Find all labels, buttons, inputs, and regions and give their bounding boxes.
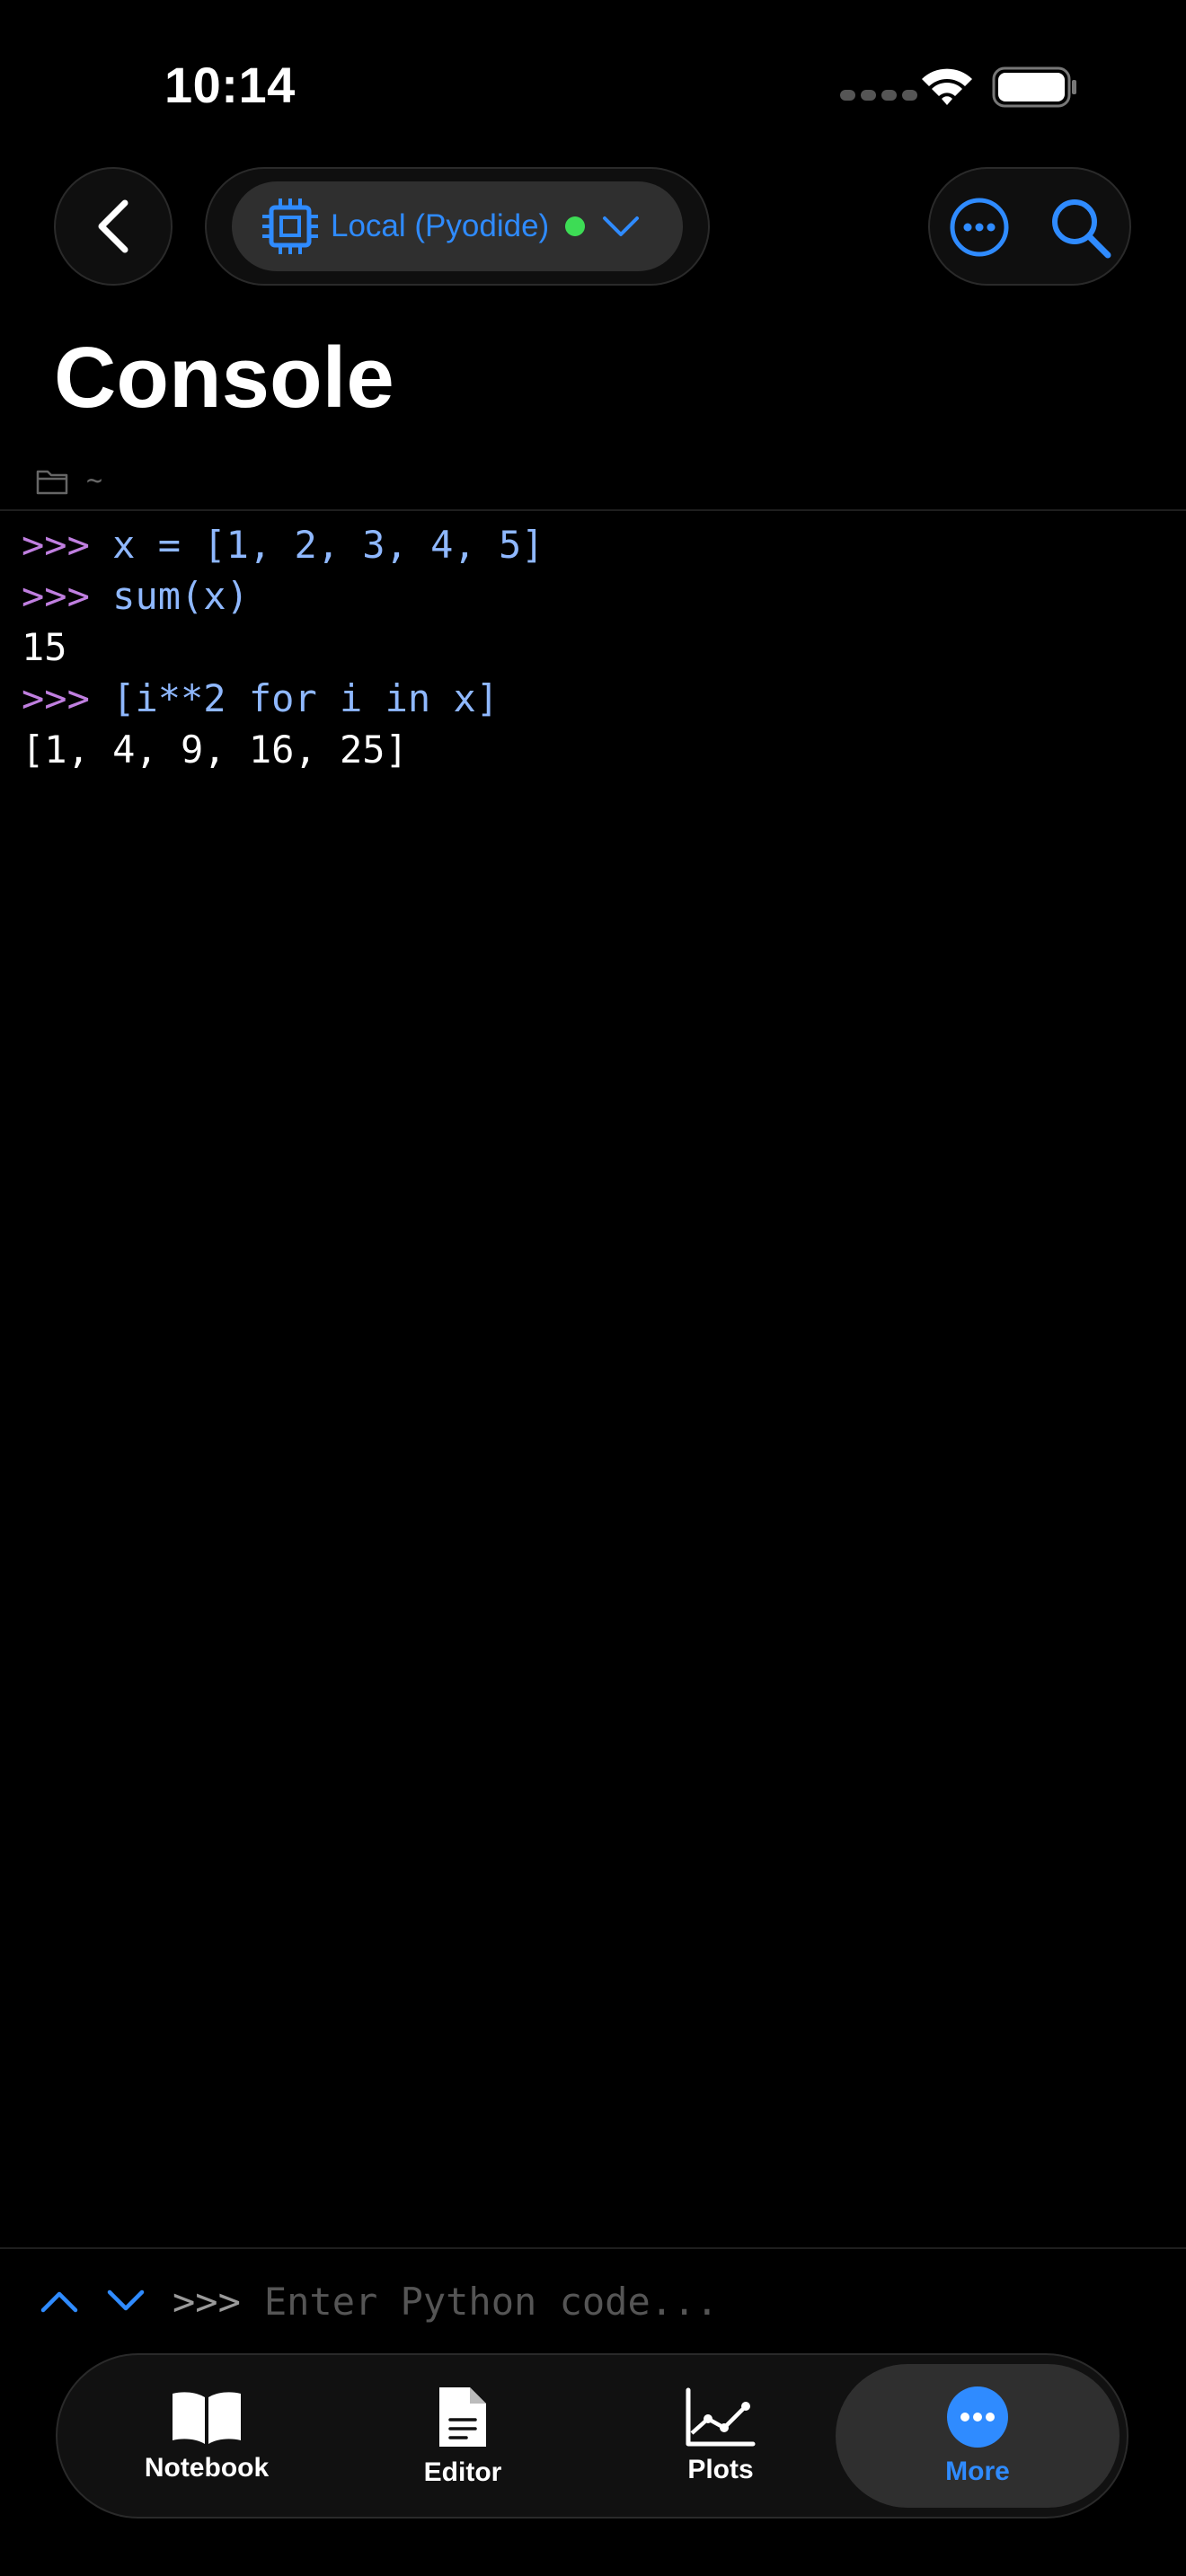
console-prompt: >>> xyxy=(22,574,90,618)
console-prompt: >>> xyxy=(22,523,90,567)
search-icon[interactable] xyxy=(1049,196,1113,260)
code-input[interactable] xyxy=(263,2279,1073,2324)
back-button[interactable] xyxy=(54,167,173,286)
chart-icon xyxy=(686,2387,756,2447)
tab-more[interactable]: More xyxy=(836,2364,1120,2508)
console-code: [i**2 for i in x] xyxy=(112,676,500,720)
kernel-selector[interactable]: Local (Pyodide) xyxy=(232,181,683,271)
chevron-up-icon xyxy=(40,2291,78,2313)
history-down-button[interactable] xyxy=(99,2274,153,2328)
page-title: Console xyxy=(54,330,394,426)
header-divider xyxy=(0,509,1186,511)
cellular-signal-icon xyxy=(840,90,930,102)
history-up-button[interactable] xyxy=(32,2274,86,2328)
book-icon xyxy=(173,2392,241,2444)
status-time: 10:14 xyxy=(164,57,296,113)
battery-icon xyxy=(992,66,1076,108)
console-prompt: >>> xyxy=(22,676,90,720)
tab-notebook[interactable]: Notebook xyxy=(81,2364,332,2508)
wifi-icon xyxy=(922,68,972,105)
kernel-label: Local (Pyodide) xyxy=(331,208,550,243)
chevron-down-icon xyxy=(107,2289,145,2311)
more-options-icon[interactable] xyxy=(948,196,1011,259)
tab-label: Notebook xyxy=(144,2453,270,2483)
kernel-status-indicator xyxy=(565,216,586,236)
document-icon xyxy=(439,2387,486,2447)
console-output-line: 15 xyxy=(22,625,67,669)
input-divider xyxy=(0,2247,1186,2249)
console-code: sum(x) xyxy=(112,574,249,618)
console-line: >>> [i**2 for i in x] xyxy=(22,673,1172,724)
input-prompt: >>> xyxy=(173,2279,241,2324)
console-line: >>> x = [1, 2, 3, 4, 5] xyxy=(22,519,1172,570)
tab-plots[interactable]: Plots xyxy=(595,2364,846,2508)
folder-icon xyxy=(36,470,68,494)
more-icon xyxy=(947,2386,1008,2448)
console-output: >>> x = [1, 2, 3, 4, 5] >>> sum(x) 15 >>… xyxy=(22,519,1172,775)
tab-label: Editor xyxy=(423,2457,502,2487)
working-directory[interactable]: ~ xyxy=(36,465,102,497)
chevron-down-icon xyxy=(603,216,640,236)
path-text: ~ xyxy=(86,465,103,497)
code-input-row: >>> xyxy=(32,2272,1164,2330)
cpu-icon xyxy=(262,198,318,254)
console-output-line: [1, 4, 9, 16, 25] xyxy=(22,728,408,772)
chevron-left-icon xyxy=(98,199,128,253)
tab-label: Plots xyxy=(687,2455,754,2484)
console-code: x = [1, 2, 3, 4, 5] xyxy=(112,523,544,567)
tab-label: More xyxy=(945,2457,1010,2486)
console-line: >>> sum(x) xyxy=(22,570,1172,622)
tab-editor[interactable]: Editor xyxy=(337,2364,589,2508)
